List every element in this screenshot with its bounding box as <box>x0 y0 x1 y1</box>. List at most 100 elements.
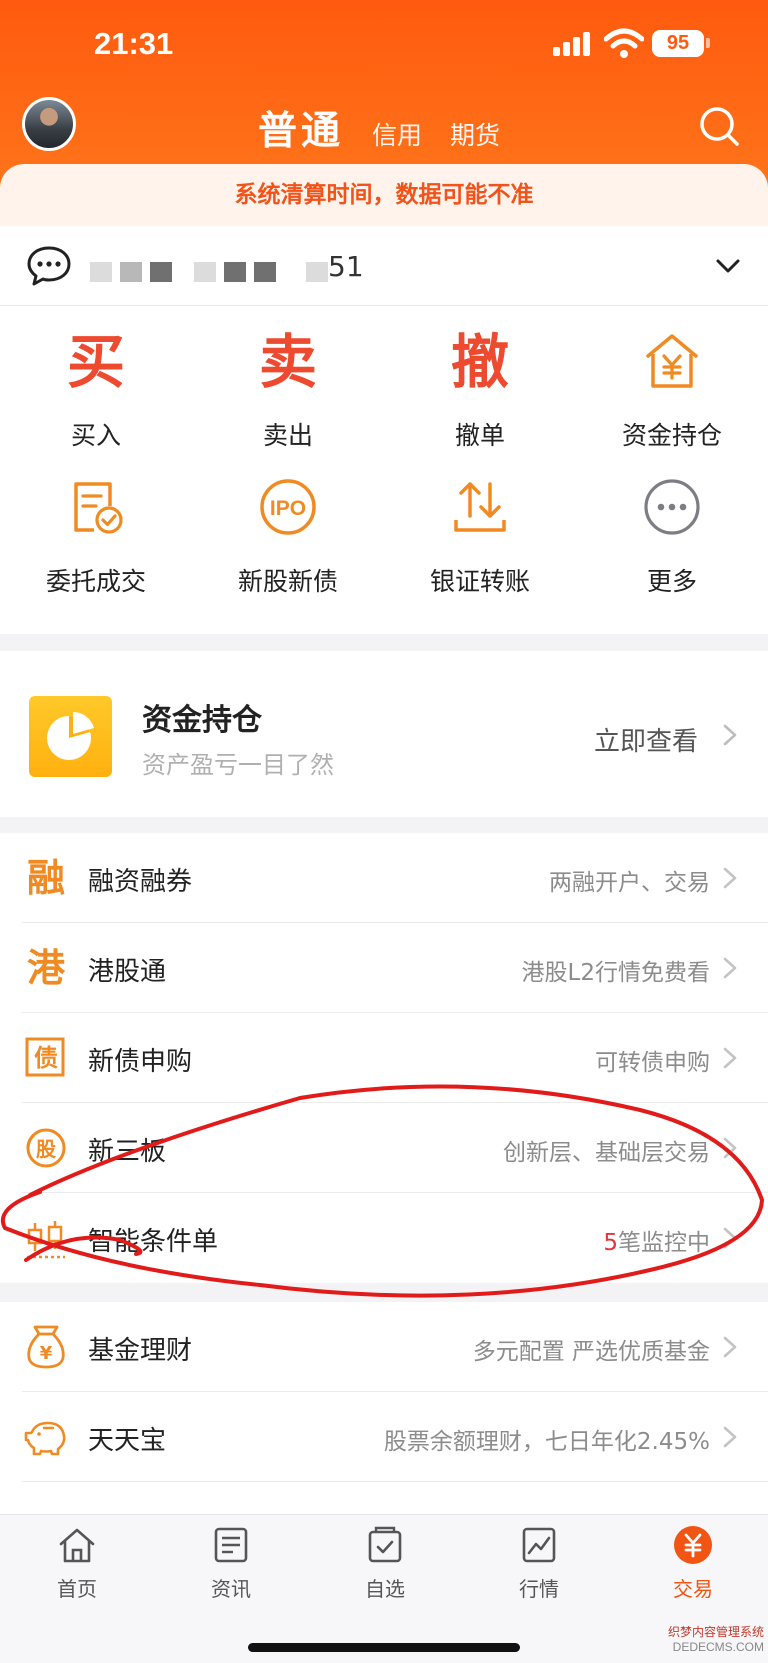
home-icon <box>59 1528 95 1563</box>
transfer-icon <box>454 482 506 532</box>
chevron-right-icon <box>723 1047 737 1069</box>
tab-normal[interactable]: 普通 <box>258 100 344 156</box>
quick-action-label: 银证转账 <box>429 567 530 596</box>
service-title: 智能条件单 <box>88 1227 219 1257</box>
wealth-list: ¥ 基金理财 多元配置 严选优质基金 天天宝 股票余额理财，七日年化2.45% <box>0 1302 768 1522</box>
quick-action-buy[interactable]: 买 买入 <box>0 306 192 450</box>
watchlist-icon <box>368 1526 402 1563</box>
service-tiantianbao[interactable]: 天天宝 股票余额理财，七日年化2.45% <box>0 1392 768 1482</box>
sell-glyph: 卖 <box>258 328 317 396</box>
tab-news[interactable]: 资讯 <box>154 1525 308 1605</box>
service-smart-conditional-orders[interactable]: 智能条件单 5笔监控中 <box>0 1193 768 1283</box>
chevron-right-icon <box>723 1227 737 1249</box>
ipo-icon: IPO <box>260 479 316 535</box>
candlestick-icon <box>27 1221 65 1259</box>
tab-label: 自选 <box>365 1577 405 1601</box>
cellular-signal-icon <box>553 30 593 56</box>
bond-icon-glyph: 债 <box>34 1044 58 1072</box>
masked-account-number <box>90 262 328 282</box>
wifi-icon <box>604 28 644 58</box>
quick-action-label: 更多 <box>646 567 697 596</box>
piggy-bank-icon <box>24 1421 66 1456</box>
battery-tip <box>706 38 710 48</box>
status-time: 21:31 <box>94 26 174 61</box>
service-title: 新债申购 <box>88 1047 193 1077</box>
chevron-right-icon <box>723 957 737 979</box>
order-check-icon <box>74 482 123 534</box>
chevron-right-icon <box>723 724 737 746</box>
service-desc: 可转债申购 <box>595 1050 710 1076</box>
search-icon[interactable] <box>697 104 741 148</box>
quick-action-sell[interactable]: 卖 卖出 <box>192 306 384 450</box>
service-title: 港股通 <box>88 957 167 987</box>
quick-action-cancel[interactable]: 撤 撤单 <box>384 306 576 450</box>
bond-icon: 债 <box>25 1037 65 1077</box>
quick-action-label: 新股新债 <box>237 567 338 596</box>
asset-card-title: 资金持仓 <box>142 703 262 738</box>
cancel-glyph: 撤 <box>450 328 509 396</box>
asset-positions-card[interactable]: 资金持仓 资产盈亏一目了然 立即查看 <box>0 651 768 817</box>
service-title: 天天宝 <box>88 1426 167 1456</box>
trade-yuan-icon <box>674 1526 712 1564</box>
tab-trade[interactable]: 交易 <box>616 1525 768 1605</box>
service-desc: 创新层、基础层交易 <box>503 1140 710 1166</box>
money-bag-glyph: ¥ <box>40 1343 53 1364</box>
service-desc: 5笔监控中 <box>603 1223 710 1257</box>
ipo-icon-text: IPO <box>270 497 306 520</box>
quick-action-ipo[interactable]: IPO 新股新债 <box>192 452 384 596</box>
quick-action-more[interactable]: 更多 <box>576 452 768 596</box>
watermark-en: DEDECMS.COM <box>672 1640 764 1654</box>
tab-watchlist[interactable]: 自选 <box>308 1525 462 1605</box>
hk-icon: 港 <box>26 946 65 990</box>
tab-label: 资讯 <box>211 1577 251 1601</box>
account-id-suffix: 51 <box>328 250 364 283</box>
quick-action-label: 买入 <box>70 421 121 450</box>
battery-indicator: 95 <box>652 30 704 57</box>
chevron-down-icon[interactable] <box>714 252 742 280</box>
service-desc: 多元配置 严选优质基金 <box>472 1339 710 1365</box>
monitor-label: 笔监控中 <box>618 1230 710 1256</box>
tab-label: 行情 <box>519 1577 559 1601</box>
stock-icon-glyph: 股 <box>36 1137 56 1161</box>
service-bond-subscription[interactable]: 债 新债申购 可转债申购 <box>0 1013 768 1103</box>
quick-action-label: 委托成交 <box>45 567 146 596</box>
service-title: 基金理财 <box>88 1336 193 1366</box>
settlement-notice: 系统清算时间，数据可能不准 <box>0 164 768 226</box>
buy-glyph: 买 <box>66 328 125 396</box>
status-bar: 21:31 95 <box>0 0 768 90</box>
tab-label: 交易 <box>673 1577 713 1601</box>
quick-action-bank-transfer[interactable]: 银证转账 <box>384 452 576 596</box>
chevron-right-icon <box>723 1426 737 1448</box>
account-selector[interactable]: 51 <box>0 226 768 306</box>
house-yuan-icon <box>646 334 698 388</box>
service-hk-connect[interactable]: 港 港股通 港股L2行情免费看 <box>0 923 768 1013</box>
view-now-link[interactable]: 立即查看 <box>594 721 698 758</box>
watermark-cn: 织梦内容管理系统 <box>667 1625 764 1639</box>
service-margin-trading[interactable]: 融 融资融券 两融开户、交易 <box>0 833 768 923</box>
monitor-count: 5 <box>603 1230 618 1256</box>
tab-futures[interactable]: 期货 <box>450 116 500 156</box>
quick-actions-grid: 买 买入 卖 卖出 撤 撤单 资金持仓 委托成交 IPO 新股新债 银证转账 更… <box>0 306 768 634</box>
service-neeq[interactable]: 股 新三板 创新层、基础层交易 <box>0 1103 768 1193</box>
quick-action-funds-positions[interactable]: 资金持仓 <box>576 306 768 450</box>
chat-bubble-icon[interactable] <box>26 244 72 288</box>
chevron-right-icon <box>723 1137 737 1159</box>
tab-label: 首页 <box>57 1577 97 1601</box>
pie-chart-icon <box>29 696 112 777</box>
quick-action-orders[interactable]: 委托成交 <box>0 452 192 596</box>
service-list: 融 融资融券 两融开户、交易 港 港股通 港股L2行情免费看 债 新债申购 可转… <box>0 833 768 1283</box>
news-icon <box>214 1527 248 1563</box>
home-indicator <box>248 1643 520 1652</box>
service-fund-wealth[interactable]: ¥ 基金理财 多元配置 严选优质基金 <box>0 1302 768 1392</box>
tab-market[interactable]: 行情 <box>462 1525 616 1605</box>
chevron-right-icon <box>723 1336 737 1358</box>
avatar[interactable] <box>22 97 76 151</box>
margin-icon: 融 <box>26 856 65 900</box>
quick-action-label: 撤单 <box>454 421 505 450</box>
watermark: 织梦内容管理系统 DEDECMS.COM <box>648 1625 768 1655</box>
tab-credit[interactable]: 信用 <box>372 116 422 156</box>
quick-action-label: 资金持仓 <box>621 421 722 450</box>
tab-home[interactable]: 首页 <box>0 1525 154 1605</box>
service-title: 新三板 <box>88 1137 167 1167</box>
chevron-right-icon <box>723 867 737 889</box>
